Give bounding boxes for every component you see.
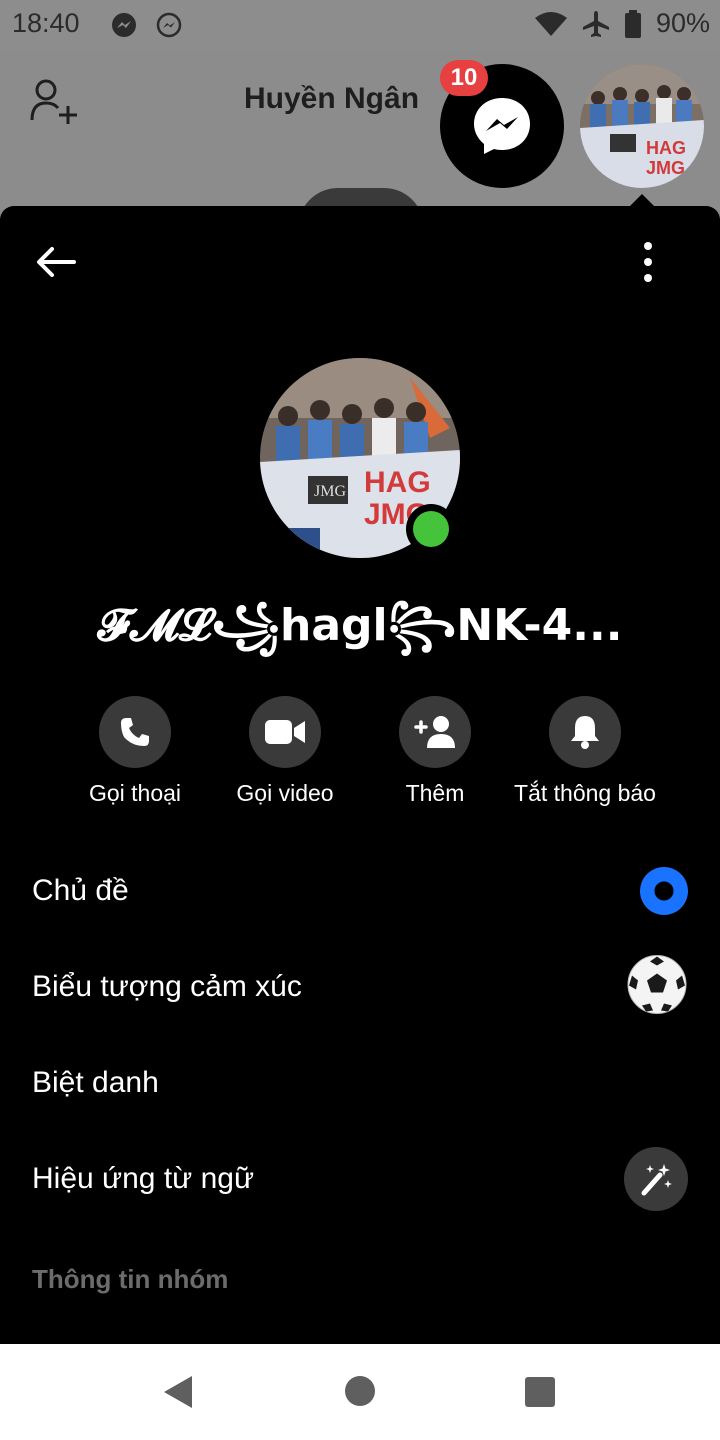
voice-call-circle[interactable] (99, 696, 171, 768)
video-call-label: Gọi video (236, 780, 334, 806)
video-camera-icon (265, 720, 305, 744)
more-options-icon[interactable] (636, 240, 660, 284)
voice-call-label: Gọi thoại (88, 780, 182, 806)
add-people-circle[interactable] (399, 696, 471, 768)
nav-back-icon[interactable] (162, 1374, 194, 1410)
theme-color-indicator (640, 867, 688, 915)
video-call-circle[interactable] (249, 696, 321, 768)
mute-notifications-button[interactable]: Tắt thông báo (500, 696, 670, 807)
messenger-icon (474, 98, 530, 154)
svg-text:HAG: HAG (364, 466, 431, 499)
emoji-row[interactable]: Biểu tượng cảm xúc (0, 939, 720, 1035)
svg-text:HAG: HAG (646, 138, 686, 158)
emoji-label: Biểu tượng cảm xúc (32, 970, 302, 1003)
bell-icon (571, 716, 599, 749)
battery-icon (624, 9, 641, 38)
system-navigation-bar (0, 1344, 720, 1440)
add-person-icon (414, 716, 455, 748)
contact-name: Huyền Ngân (244, 82, 420, 115)
quick-actions: Gọi thoại Gọi video Thêm Tắt thông báo (0, 696, 720, 816)
video-call-button[interactable]: Gọi video (200, 696, 370, 807)
online-status-indicator (406, 504, 456, 554)
group-avatar-image: HAG JMG (580, 64, 704, 188)
conversation-settings-panel: JMG HAG JMG 𝓕𝓜𝓛꧁hagl꧂NK-4... Gọi thoại G… (0, 206, 720, 1344)
nav-home-icon[interactable] (345, 1376, 375, 1406)
voice-call-button[interactable]: Gọi thoại (50, 696, 220, 807)
add-people-label: Thêm (405, 780, 465, 806)
messenger-icon (156, 12, 182, 38)
nicknames-label: Biệt danh (32, 1066, 159, 1099)
unread-count-badge: 10 (440, 60, 488, 96)
phone-icon (121, 718, 149, 746)
word-effects-row[interactable]: Hiệu ứng từ ngữ (0, 1131, 720, 1227)
back-arrow-icon[interactable] (30, 242, 82, 282)
word-effects-button[interactable] (624, 1147, 688, 1211)
group-chat-head[interactable]: HAG JMG (580, 64, 704, 188)
status-bar: 18:40 90% (0, 0, 720, 50)
svg-text:JMG: JMG (314, 483, 346, 500)
theme-row[interactable]: Chủ đề (0, 843, 720, 939)
magic-wand-icon (641, 1164, 672, 1196)
theme-label: Chủ đề (32, 874, 129, 907)
word-effects-label: Hiệu ứng từ ngữ (32, 1162, 255, 1195)
nav-recents-icon[interactable] (525, 1377, 555, 1407)
wifi-icon (534, 11, 567, 36)
svg-text:JMG: JMG (646, 158, 685, 178)
group-info-section-header: Thông tin nhóm (32, 1264, 229, 1294)
soccer-ball-icon (626, 954, 688, 1021)
battery-percentage: 90% (655, 8, 710, 38)
group-name[interactable]: 𝓕𝓜𝓛꧁hagl꧂NK-4... (0, 592, 720, 681)
add-person-icon (30, 79, 77, 124)
mute-notifications-label: Tắt thông báo (514, 780, 656, 806)
airplane-icon (582, 10, 609, 37)
add-people-button[interactable]: Thêm (350, 696, 520, 807)
messenger-icon (112, 13, 136, 37)
status-time: 18:40 (12, 8, 80, 38)
mute-notifications-circle[interactable] (549, 696, 621, 768)
nicknames-row[interactable]: Biệt danh (0, 1035, 720, 1131)
